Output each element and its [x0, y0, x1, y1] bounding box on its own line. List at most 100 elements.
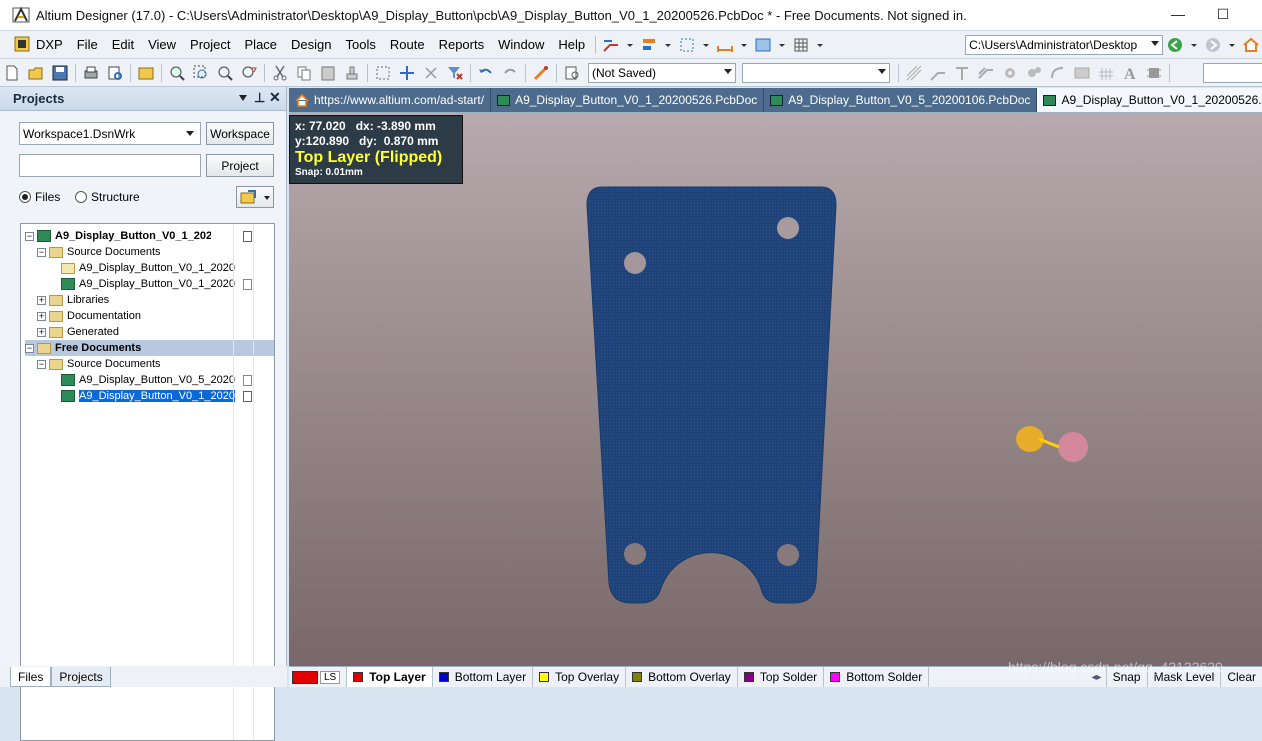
browse-component-icon[interactable] — [563, 64, 581, 82]
chevron-down-icon[interactable] — [816, 36, 824, 54]
home-icon[interactable] — [1242, 36, 1260, 54]
radio-structure[interactable]: Structure — [75, 190, 140, 204]
workspace-combo[interactable]: Workspace1.DsnWrk — [19, 122, 201, 145]
tree-item[interactable]: A9_Display_Button_V0_5_2020 — [49, 372, 274, 388]
chevron-down-icon[interactable] — [1228, 36, 1236, 54]
tree-item[interactable]: − Free Documents — [25, 340, 274, 356]
layer-tab-top-layer[interactable]: Top Layer — [347, 667, 433, 687]
layer-tab-top-overlay[interactable]: Top Overlay — [533, 667, 627, 687]
tab-pcb-v0-1[interactable]: A9_Display_Button_V0_1_20200526.PcbDoc — [491, 88, 765, 112]
radio-structure-indicator[interactable] — [75, 191, 87, 203]
menu-view[interactable]: View — [141, 37, 183, 52]
tab-files[interactable]: Files — [10, 667, 52, 687]
project-button[interactable]: Project — [206, 154, 274, 177]
right-combo[interactable] — [1203, 62, 1262, 83]
layer-tab-bottom-solder[interactable]: Bottom Solder — [824, 667, 930, 687]
new-document-icon[interactable] — [3, 64, 21, 82]
tab-home-page[interactable]: https://www.altium.com/ad-start/ — [289, 88, 492, 112]
layer-tab-bottom-layer[interactable]: Bottom Layer — [433, 667, 534, 687]
tree-item[interactable]: A9_Display_Button_V0_1_2020 — [49, 260, 274, 276]
pin-icon[interactable]: ⊥ — [254, 90, 265, 106]
menu-project[interactable]: Project — [183, 37, 237, 52]
workspace-button[interactable]: Workspace — [206, 122, 274, 145]
menu-tools[interactable]: Tools — [339, 37, 383, 52]
chevron-down-icon[interactable] — [778, 36, 786, 54]
back-icon[interactable] — [1166, 36, 1184, 54]
radio-files[interactable]: Files — [19, 190, 60, 204]
move-icon[interactable] — [398, 64, 416, 82]
tree-item[interactable]: − Source Documents — [37, 356, 274, 372]
tree-item[interactable]: + Generated — [37, 324, 274, 340]
filter-combo[interactable] — [742, 62, 890, 83]
paste-icon[interactable] — [319, 64, 337, 82]
forward-icon[interactable] — [1204, 36, 1222, 54]
panel-menu-icon[interactable] — [239, 95, 247, 101]
print-icon[interactable] — [82, 64, 100, 82]
tree-item[interactable]: − Source Documents — [37, 244, 274, 260]
menu-place[interactable]: Place — [238, 37, 285, 52]
expand-icon[interactable]: + — [37, 327, 46, 337]
chevron-down-icon[interactable] — [664, 36, 672, 54]
collapse-icon[interactable]: − — [37, 247, 46, 257]
save-icon[interactable] — [51, 64, 69, 82]
tab-pcb-v0-5[interactable]: A9_Display_Button_V0_5_20200106.PcbDoc — [764, 88, 1038, 112]
chevron-down-icon[interactable] — [740, 36, 748, 54]
clear-filter-icon[interactable] — [446, 64, 464, 82]
measure-icon[interactable] — [716, 36, 734, 54]
project-input[interactable] — [19, 154, 201, 177]
collapse-icon[interactable]: − — [25, 343, 34, 353]
menu-window[interactable]: Window — [491, 37, 551, 52]
menu-help[interactable]: Help — [551, 37, 592, 52]
add-project-button[interactable] — [236, 186, 274, 208]
grid-icon[interactable] — [792, 36, 810, 54]
cut-icon[interactable] — [271, 64, 289, 82]
path-combo[interactable]: C:\Users\Administrator\Desktop — [965, 34, 1164, 55]
open-project-icon[interactable] — [137, 64, 155, 82]
select-area-icon[interactable] — [374, 64, 392, 82]
expand-icon[interactable]: + — [37, 295, 46, 305]
zoom-filter-icon[interactable] — [240, 64, 258, 82]
copy-icon[interactable] — [295, 64, 313, 82]
rooms-icon[interactable] — [754, 36, 772, 54]
chevron-down-icon[interactable] — [702, 36, 710, 54]
print-preview-icon[interactable] — [106, 64, 124, 82]
pcb-canvas[interactable] — [289, 113, 1262, 666]
chevron-down-icon[interactable] — [1190, 36, 1198, 54]
tree-item[interactable]: + Libraries — [37, 292, 274, 308]
rubber-stamp-icon[interactable] — [343, 64, 361, 82]
menu-route[interactable]: Route — [383, 37, 432, 52]
tree-item[interactable]: A9_Display_Button_V0_1_2020 — [49, 276, 274, 292]
undo-icon[interactable] — [477, 64, 495, 82]
tree-item[interactable]: A9_Display_Button_V0_1_2020 — [49, 388, 274, 404]
close-panel-icon[interactable]: ✕ — [269, 89, 281, 106]
pcb-board[interactable] — [289, 113, 1262, 666]
zoom-area-icon[interactable] — [192, 64, 210, 82]
layer-set-button[interactable]: LS — [289, 667, 348, 687]
interactive-route-icon[interactable] — [602, 36, 620, 54]
radio-files-indicator[interactable] — [19, 191, 31, 203]
menu-edit[interactable]: Edit — [105, 37, 141, 52]
tab-projects[interactable]: Projects — [51, 667, 111, 687]
menu-design[interactable]: Design — [284, 37, 338, 52]
menu-reports[interactable]: Reports — [432, 37, 492, 52]
collapse-icon[interactable]: − — [25, 231, 34, 241]
minimize-button[interactable]: — — [1168, 6, 1188, 24]
zoom-selected-icon[interactable] — [216, 64, 234, 82]
align-icon[interactable] — [640, 36, 658, 54]
maximize-button[interactable]: ☐ — [1213, 6, 1233, 24]
clear-button[interactable]: Clear — [1221, 667, 1262, 687]
collapse-icon[interactable]: − — [37, 359, 46, 369]
select-icon[interactable] — [678, 36, 696, 54]
menu-dxp[interactable]: DXP — [33, 37, 70, 52]
cross-probe-icon[interactable] — [532, 64, 550, 82]
deselect-icon[interactable] — [422, 64, 440, 82]
tree-item[interactable]: − A9_Display_Button_V0_1_2020052ĕ — [25, 228, 274, 244]
menu-file[interactable]: File — [70, 37, 105, 52]
zoom-fit-icon[interactable] — [168, 64, 186, 82]
expand-icon[interactable]: + — [37, 311, 46, 321]
redo-icon[interactable] — [501, 64, 519, 82]
dxp-icon[interactable] — [14, 36, 30, 54]
tree-item[interactable]: + Documentation — [37, 308, 274, 324]
layer-tab-bottom-overlay[interactable]: Bottom Overlay — [626, 667, 738, 687]
document-state-combo[interactable]: (Not Saved) — [588, 62, 736, 83]
